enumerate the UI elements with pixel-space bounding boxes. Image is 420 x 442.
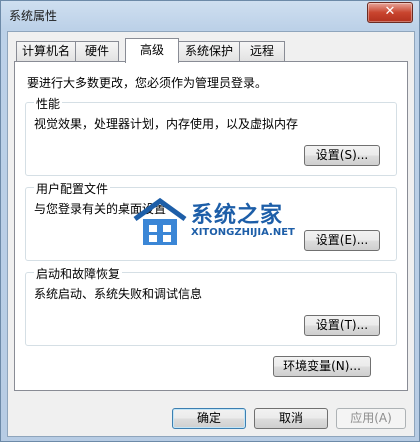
admin-note: 要进行大多数更改，您必须作为管理员登录。 xyxy=(27,76,268,90)
watermark-house-icon xyxy=(133,197,187,245)
watermark-logo: 系统之家 XITONGZHIJIA.NET xyxy=(131,197,341,253)
performance-description: 视觉效果，处理器计划，内存使用，以及虚拟内存 xyxy=(34,117,299,131)
startup-recovery-settings-button[interactable]: 设置(T)... xyxy=(304,315,380,336)
window-title: 系统属性 xyxy=(9,9,58,23)
ok-button[interactable]: 确定 xyxy=(172,408,246,429)
system-properties-window: 系统属性 ✕ 计算机名 硬件 高级 系统保护 远程 要进行大多数更改，您必须作为… xyxy=(0,0,420,442)
tab-remote[interactable]: 远程 xyxy=(239,41,285,61)
startup-recovery-group: 启动和故障恢复 系统启动、系统失败和调试信息 设置(T)... xyxy=(25,265,397,346)
close-button[interactable]: ✕ xyxy=(367,2,413,23)
watermark-text: 系统之家 xyxy=(191,203,284,228)
startup-recovery-group-title: 启动和故障恢复 xyxy=(34,265,123,282)
tab-hardware[interactable]: 硬件 xyxy=(75,41,119,61)
startup-recovery-description: 系统启动、系统失败和调试信息 xyxy=(34,287,203,301)
tab-advanced[interactable]: 高级 xyxy=(125,38,179,63)
tab-strip: 计算机名 硬件 高级 系统保护 远程 xyxy=(14,38,406,63)
environment-variables-button[interactable]: 环境变量(N)... xyxy=(273,356,371,377)
performance-settings-button[interactable]: 设置(S)... xyxy=(304,145,380,166)
close-icon: ✕ xyxy=(384,4,396,19)
tab-system-protection[interactable]: 系统保护 xyxy=(178,41,240,61)
performance-group-title: 性能 xyxy=(34,95,63,112)
apply-button[interactable]: 应用(A) xyxy=(336,408,406,429)
performance-group: 性能 视觉效果，处理器计划，内存使用，以及虚拟内存 设置(S)... xyxy=(25,95,397,176)
cancel-button[interactable]: 取消 xyxy=(254,408,328,429)
title-bar[interactable]: 系统属性 ✕ xyxy=(1,1,419,27)
watermark-subtext: XITONGZHIJIA.NET xyxy=(191,227,295,238)
user-profiles-group-title: 用户配置文件 xyxy=(34,180,111,197)
tab-computer-name[interactable]: 计算机名 xyxy=(16,41,76,61)
